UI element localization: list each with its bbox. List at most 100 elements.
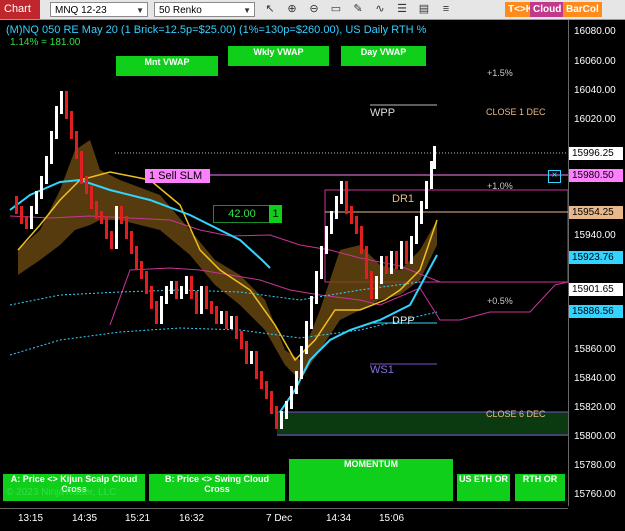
button-line: US ETH OR <box>458 474 508 484</box>
renko-brick <box>330 211 333 234</box>
templates-icon[interactable]: ▤ <box>416 2 432 17</box>
renko-brick <box>90 186 93 209</box>
vwap-price-marker: 15886.56 <box>569 305 623 318</box>
dpp-label: DPP <box>392 315 415 327</box>
price-tick: 15940.00 <box>574 230 616 241</box>
renko-brick <box>340 181 343 204</box>
renko-brick <box>170 281 173 294</box>
renko-brick <box>370 271 373 299</box>
renko-brick <box>310 296 313 329</box>
dpp-price-marker: 15901.65 <box>569 283 623 296</box>
price-tick: 15860.00 <box>574 344 616 355</box>
renko-brick <box>255 351 258 379</box>
plus-1-5-label: +1.5% <box>487 68 513 78</box>
renko-brick <box>50 131 53 164</box>
renko-brick <box>375 276 378 299</box>
indicators-icon[interactable]: ∿ <box>372 2 388 17</box>
data-box-icon[interactable]: ▭ <box>328 2 344 17</box>
momentum-button[interactable]: MOMENTUM <box>289 459 453 501</box>
close-6dec-label: CLOSE 6 DEC <box>486 409 546 419</box>
monthly-vwap-button[interactable]: Mnt VWAP <box>116 56 218 76</box>
renko-brick <box>30 206 33 229</box>
time-tick: 15:06 <box>379 513 405 524</box>
renko-brick <box>100 211 103 224</box>
renko-brick <box>385 256 388 274</box>
renko-brick <box>85 176 88 194</box>
us-eth-or-button[interactable]: US ETH OR <box>457 474 510 501</box>
renko-brick <box>300 346 303 379</box>
renko-brick <box>335 196 338 219</box>
renko-brick <box>260 371 263 389</box>
renko-brick <box>130 231 133 254</box>
zoom-out-icon[interactable]: ⊖ <box>306 2 322 17</box>
properties-icon[interactable]: ≡ <box>438 2 454 17</box>
renko-brick <box>165 286 168 304</box>
drawing-tools-icon[interactable]: ✎ <box>350 2 366 17</box>
time-tick: 16:32 <box>179 513 205 524</box>
renko-brick <box>65 91 68 119</box>
close-icon[interactable]: × <box>548 170 561 183</box>
counter-quantity: 1 <box>269 205 282 223</box>
strategies-icon[interactable]: ☰ <box>394 2 410 17</box>
renko-brick <box>40 176 43 199</box>
renko-brick <box>195 291 198 314</box>
renko-brick <box>410 236 413 264</box>
renko-brick <box>433 146 436 169</box>
zoom-in-icon[interactable]: ⊕ <box>284 2 300 17</box>
renko-brick <box>20 206 23 224</box>
renko-brick <box>225 311 228 329</box>
renko-brick <box>15 196 18 214</box>
price-swing-cloud-cross-button[interactable]: B: Price <> Swing Cloud Cross <box>149 474 285 501</box>
renko-brick <box>275 406 278 429</box>
wpp-label: WPP <box>370 107 396 119</box>
daily-vwap-button[interactable]: Day VWAP <box>341 46 426 66</box>
renko-brick <box>155 301 158 324</box>
price-chart[interactable] <box>0 20 568 506</box>
button-line: MOMENTUM <box>344 459 398 469</box>
renko-brick <box>190 276 193 299</box>
renko-brick <box>185 276 188 294</box>
renko-brick <box>140 261 143 279</box>
renko-brick <box>150 286 153 309</box>
copyright-text: © 2023 NinjaTrader, LLC <box>6 487 117 498</box>
sell-order-marker[interactable]: 1 Sell SLM <box>145 169 210 183</box>
renko-brick <box>220 311 223 324</box>
cursor-icon[interactable]: ↖ <box>262 2 278 17</box>
price-tick: 16060.00 <box>574 56 616 67</box>
period-selector[interactable]: 50 Renko ▼ <box>154 2 255 17</box>
cloud-toggle-button[interactable]: Cloud <box>530 2 565 17</box>
instrument-selector[interactable]: MNQ 12-23 ▼ <box>50 2 148 17</box>
price-tick: 15780.00 <box>574 460 616 471</box>
time-tick: 13:15 <box>18 513 44 524</box>
renko-brick <box>250 351 253 364</box>
renko-brick <box>60 91 63 114</box>
weekly-vwap-button[interactable]: Wkly VWAP <box>228 46 329 66</box>
renko-brick <box>245 341 248 364</box>
renko-brick <box>425 181 428 209</box>
button-line: RTH OR <box>522 474 558 484</box>
renko-brick <box>45 156 48 184</box>
renko-brick <box>160 296 163 324</box>
renko-brick <box>355 216 358 234</box>
price-tick: 15800.00 <box>574 431 616 442</box>
renko-brick <box>420 201 423 224</box>
price-tick: 15760.00 <box>574 489 616 500</box>
chart-tab[interactable]: Chart <box>0 0 40 19</box>
time-tick: 14:34 <box>326 513 352 524</box>
rth-or-button[interactable]: RTH OR <box>515 474 565 501</box>
renko-brick <box>115 206 118 249</box>
renko-brick <box>415 216 418 244</box>
last-price-marker: 15996.25 <box>569 147 623 160</box>
renko-brick <box>205 286 208 309</box>
renko-brick <box>240 331 243 349</box>
fast-line-price-marker: 15923.76 <box>569 251 623 264</box>
price-tick: 16080.00 <box>574 26 616 37</box>
barcol-toggle-button[interactable]: BarCol <box>563 2 602 17</box>
renko-brick <box>210 301 213 314</box>
instrument-label: MNQ 12-23 <box>55 5 107 16</box>
period-label: 50 Renko <box>159 5 202 16</box>
renko-brick <box>230 316 233 329</box>
renko-brick <box>95 201 98 219</box>
price-tick: 15840.00 <box>574 373 616 384</box>
renko-brick <box>70 111 73 139</box>
